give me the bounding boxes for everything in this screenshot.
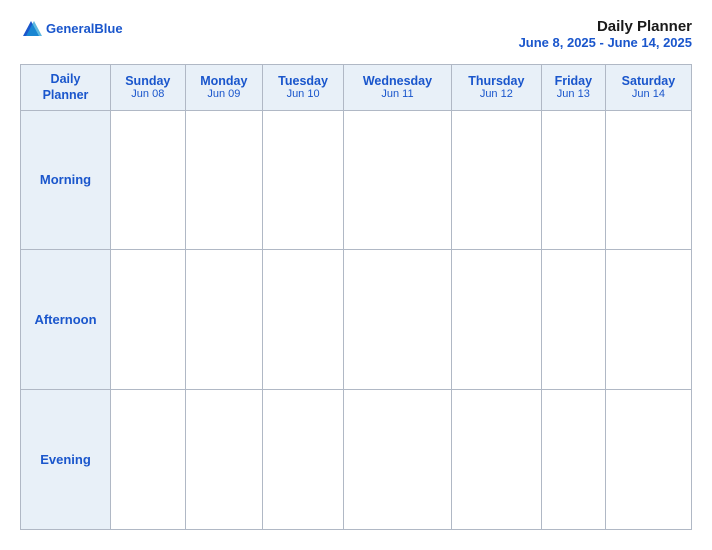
evening-saturday[interactable]	[605, 390, 691, 530]
planner-title: Daily Planner	[519, 18, 692, 35]
afternoon-label: Afternoon	[21, 250, 111, 390]
morning-sunday[interactable]	[111, 110, 186, 250]
morning-label: Morning	[21, 110, 111, 250]
row-evening: Evening	[21, 390, 692, 530]
morning-monday[interactable]	[185, 110, 262, 250]
col-wednesday: Wednesday Jun 11	[344, 65, 452, 111]
col-monday: Monday Jun 09	[185, 65, 262, 111]
evening-label: Evening	[21, 390, 111, 530]
morning-wednesday[interactable]	[344, 110, 452, 250]
col-saturday: Saturday Jun 14	[605, 65, 691, 111]
afternoon-saturday[interactable]	[605, 250, 691, 390]
col-friday: Friday Jun 13	[541, 65, 605, 111]
evening-monday[interactable]	[185, 390, 262, 530]
header-label-cell: DailyPlanner	[21, 65, 111, 111]
date-range: June 8, 2025 - June 14, 2025	[519, 35, 692, 50]
afternoon-monday[interactable]	[185, 250, 262, 390]
morning-thursday[interactable]	[451, 110, 541, 250]
row-afternoon: Afternoon	[21, 250, 692, 390]
evening-wednesday[interactable]	[344, 390, 452, 530]
morning-tuesday[interactable]	[263, 110, 344, 250]
evening-sunday[interactable]	[111, 390, 186, 530]
logo-icon	[20, 18, 42, 40]
afternoon-friday[interactable]	[541, 250, 605, 390]
evening-thursday[interactable]	[451, 390, 541, 530]
header-day-planner-label: DailyPlanner	[25, 71, 106, 104]
page-header: GeneralBlue Daily Planner June 8, 2025 -…	[20, 18, 692, 50]
table-header-row: DailyPlanner Sunday Jun 08 Monday Jun 09…	[21, 65, 692, 111]
morning-friday[interactable]	[541, 110, 605, 250]
col-tuesday: Tuesday Jun 10	[263, 65, 344, 111]
planner-table: DailyPlanner Sunday Jun 08 Monday Jun 09…	[20, 64, 692, 530]
evening-friday[interactable]	[541, 390, 605, 530]
col-sunday: Sunday Jun 08	[111, 65, 186, 111]
logo-text: GeneralBlue	[46, 21, 123, 38]
afternoon-thursday[interactable]	[451, 250, 541, 390]
row-morning: Morning	[21, 110, 692, 250]
title-block: Daily Planner June 8, 2025 - June 14, 20…	[519, 18, 692, 50]
afternoon-sunday[interactable]	[111, 250, 186, 390]
afternoon-tuesday[interactable]	[263, 250, 344, 390]
logo: GeneralBlue	[20, 18, 123, 40]
afternoon-wednesday[interactable]	[344, 250, 452, 390]
morning-saturday[interactable]	[605, 110, 691, 250]
col-thursday: Thursday Jun 12	[451, 65, 541, 111]
evening-tuesday[interactable]	[263, 390, 344, 530]
